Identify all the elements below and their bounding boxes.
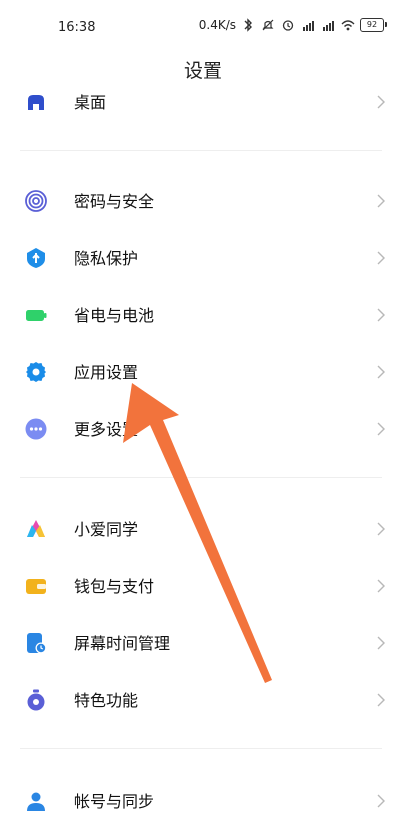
chevron-right-icon: [377, 693, 385, 707]
settings-item-screen-time[interactable]: 屏幕时间管理: [0, 615, 406, 671]
settings-item-label: 隐私保护: [74, 249, 139, 268]
chevron-right-icon: [377, 794, 385, 808]
divider: [20, 477, 382, 478]
settings-item-account-sync[interactable]: 帐号与同步: [0, 773, 406, 829]
settings-item-wallet[interactable]: 钱包与支付: [0, 558, 406, 614]
settings-item-more-settings[interactable]: 更多设置: [0, 401, 406, 457]
privacy-shield-icon: [27, 248, 45, 268]
alarm-icon: [282, 20, 294, 31]
status-icons: 0.4K/s 92: [198, 18, 387, 32]
gear-icon: [26, 362, 46, 382]
divider: [20, 748, 382, 749]
settings-item-features[interactable]: 特色功能: [0, 672, 406, 728]
chevron-right-icon: [377, 522, 385, 536]
settings-item-app-settings[interactable]: 应用设置: [0, 344, 406, 400]
feature-icon: [27, 689, 45, 711]
settings-item-battery[interactable]: 省电与电池: [0, 287, 406, 343]
account-icon: [27, 792, 45, 811]
status-bar: 16:38 0.4K/s 92: [0, 0, 406, 52]
settings-item-label: 屏幕时间管理: [74, 634, 171, 653]
wifi-icon: [341, 20, 355, 31]
chevron-right-icon: [377, 365, 385, 379]
settings-item-desktop[interactable]: 桌面: [0, 74, 406, 130]
chevron-right-icon: [377, 251, 385, 265]
settings-item-label: 更多设置: [74, 420, 139, 439]
settings-item-label: 桌面: [74, 93, 107, 112]
xiaoai-icon: [27, 520, 45, 537]
fingerprint-icon: [25, 190, 47, 212]
status-time: 16:38: [58, 20, 96, 35]
chevron-right-icon: [377, 95, 385, 109]
settings-item-password-security[interactable]: 密码与安全: [0, 173, 406, 229]
chevron-right-icon: [377, 308, 385, 322]
chevron-right-icon: [377, 636, 385, 650]
mute-icon: [262, 19, 274, 31]
settings-item-label: 钱包与支付: [74, 577, 155, 596]
wallet-icon: [26, 579, 46, 594]
settings-item-label: 省电与电池: [74, 306, 155, 325]
more-icon: [25, 418, 47, 440]
settings-item-label: 密码与安全: [74, 192, 155, 211]
chevron-right-icon: [377, 194, 385, 208]
signal-icon: [303, 21, 314, 31]
settings-item-xiaoai[interactable]: 小爱同学: [0, 501, 406, 557]
signal-icon: [323, 21, 334, 31]
battery-icon: [26, 310, 47, 321]
network-speed: 0.4K/s: [198, 18, 236, 32]
settings-item-label: 小爱同学: [74, 520, 139, 539]
screen-time-icon: [27, 633, 47, 654]
battery-indicator: 92: [360, 18, 387, 32]
chevron-right-icon: [377, 422, 385, 436]
settings-item-label: 特色功能: [74, 691, 139, 710]
bluetooth-icon: [244, 18, 252, 32]
settings-item-label: 帐号与同步: [74, 792, 155, 811]
desktop-icon: [28, 95, 44, 110]
divider: [20, 150, 382, 151]
settings-item-privacy[interactable]: 隐私保护: [0, 230, 406, 286]
settings-item-label: 应用设置: [74, 363, 139, 382]
chevron-right-icon: [377, 579, 385, 593]
